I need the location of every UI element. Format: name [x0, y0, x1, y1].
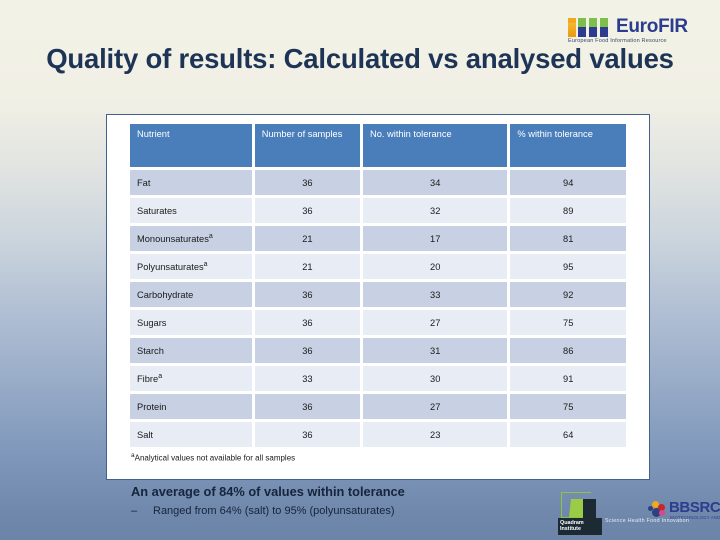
cell-no-within-tolerance: 33 — [362, 282, 508, 307]
cell-no-within-tolerance: 34 — [362, 170, 508, 195]
cell-nutrient: Fibrea — [130, 366, 252, 391]
cell-pct-within-tolerance: 75 — [510, 394, 626, 419]
table-row: Monounsaturatesa 21 17 81 — [130, 226, 626, 251]
cell-nutrient: Fat — [130, 170, 252, 195]
bbsrc-logo: BBSRC BIOTECHNOLOGY AND BIOLOGICAL SCIEN… — [648, 499, 720, 526]
cell-nutrient: Salt — [130, 422, 252, 447]
cell-number-of-samples: 36 — [254, 282, 360, 307]
bbsrc-dot-pink — [659, 510, 665, 516]
table-header-row: Nutrient Number of samples No. within to… — [130, 124, 626, 167]
cell-pct-within-tolerance: 81 — [510, 226, 626, 251]
cell-number-of-samples: 36 — [254, 170, 360, 195]
bbsrc-subtitle: BIOTECHNOLOGY AND BIOLOGICAL SCIENCES RE… — [670, 515, 720, 520]
eurofir-tagline: European Food Information Resource — [568, 38, 667, 44]
column-header-number-of-samples: Number of samples — [254, 124, 360, 167]
table-footnote: aAnalytical values not available for all… — [131, 452, 295, 463]
table-row: Carbohydrate 36 33 92 — [130, 282, 626, 307]
cell-no-within-tolerance: 20 — [362, 254, 508, 279]
cell-number-of-samples: 21 — [254, 226, 360, 251]
footnote-marker: a — [208, 232, 213, 240]
cell-pct-within-tolerance: 86 — [510, 338, 626, 363]
cell-number-of-samples: 33 — [254, 366, 360, 391]
cell-no-within-tolerance: 31 — [362, 338, 508, 363]
cell-nutrient: Saturates — [130, 198, 252, 223]
cell-number-of-samples: 36 — [254, 198, 360, 223]
cell-pct-within-tolerance: 92 — [510, 282, 626, 307]
cell-nutrient: Monounsaturatesa — [130, 226, 252, 251]
quadram-institute-logo: Quadram Institute Science Health Food In… — [558, 492, 689, 535]
table-row: Protein 36 27 75 — [130, 394, 626, 419]
footnote-text: Analytical values not available for all … — [134, 453, 296, 463]
table-row: Polyunsaturatesa 21 20 95 — [130, 254, 626, 279]
cell-no-within-tolerance: 23 — [362, 422, 508, 447]
cell-nutrient: Sugars — [130, 310, 252, 335]
table-row: Saturates 36 32 89 — [130, 198, 626, 223]
summary-range-bullet: – Ranged from 64% (salt) to 95% (polyunsa… — [131, 505, 395, 517]
bullet-dash: – — [131, 505, 138, 517]
cell-number-of-samples: 36 — [254, 338, 360, 363]
cell-pct-within-tolerance: 94 — [510, 170, 626, 195]
cell-nutrient: Carbohydrate — [130, 282, 252, 307]
column-header-pct-within-tolerance: % within tolerance — [510, 124, 626, 167]
footnote-marker: a — [203, 260, 208, 268]
cell-pct-within-tolerance: 64 — [510, 422, 626, 447]
cell-nutrient: Polyunsaturatesa — [130, 254, 252, 279]
cell-pct-within-tolerance: 75 — [510, 310, 626, 335]
table-row: Salt 36 23 64 — [130, 422, 626, 447]
cell-no-within-tolerance: 17 — [362, 226, 508, 251]
cell-number-of-samples: 21 — [254, 254, 360, 279]
column-header-nutrient: Nutrient — [130, 124, 252, 167]
table-body: Fat 36 34 94 Saturates 36 32 89 Monounsaturatesa… — [130, 170, 626, 447]
eurofir-wordmark: EuroFIR — [616, 16, 688, 37]
cell-nutrient: Protein — [130, 394, 252, 419]
cell-number-of-samples: 36 — [254, 310, 360, 335]
table-row: Fat 36 34 94 — [130, 170, 626, 195]
cell-pct-within-tolerance: 91 — [510, 366, 626, 391]
results-table: Nutrient Number of samples No. within to… — [127, 121, 629, 450]
eurofir-logo: EuroFIR European Food Information Resour… — [568, 16, 708, 49]
cell-no-within-tolerance: 30 — [362, 366, 508, 391]
summary-range-text: Ranged from 64% (salt) to 95% (polyunsat… — [153, 505, 395, 517]
cell-pct-within-tolerance: 95 — [510, 254, 626, 279]
bbsrc-logo-mark — [648, 501, 667, 518]
cell-no-within-tolerance: 27 — [362, 394, 508, 419]
cell-number-of-samples: 36 — [254, 422, 360, 447]
quadram-name: Quadram Institute — [558, 518, 602, 535]
cell-no-within-tolerance: 27 — [362, 310, 508, 335]
summary-average-text: An average of 84% of values within toler… — [131, 484, 405, 499]
table-row: Sugars 36 27 75 — [130, 310, 626, 335]
table-row: Starch 36 31 86 — [130, 338, 626, 363]
bbsrc-wordmark: BBSRC — [669, 499, 720, 516]
cell-number-of-samples: 36 — [254, 394, 360, 419]
footnote-marker: a — [158, 372, 163, 380]
cell-nutrient: Starch — [130, 338, 252, 363]
cell-pct-within-tolerance: 89 — [510, 198, 626, 223]
table-row: Fibrea 33 30 91 — [130, 366, 626, 391]
eurofir-logo-mark — [568, 18, 612, 37]
column-header-no-within-tolerance: No. within tolerance — [362, 124, 508, 167]
cell-no-within-tolerance: 32 — [362, 198, 508, 223]
